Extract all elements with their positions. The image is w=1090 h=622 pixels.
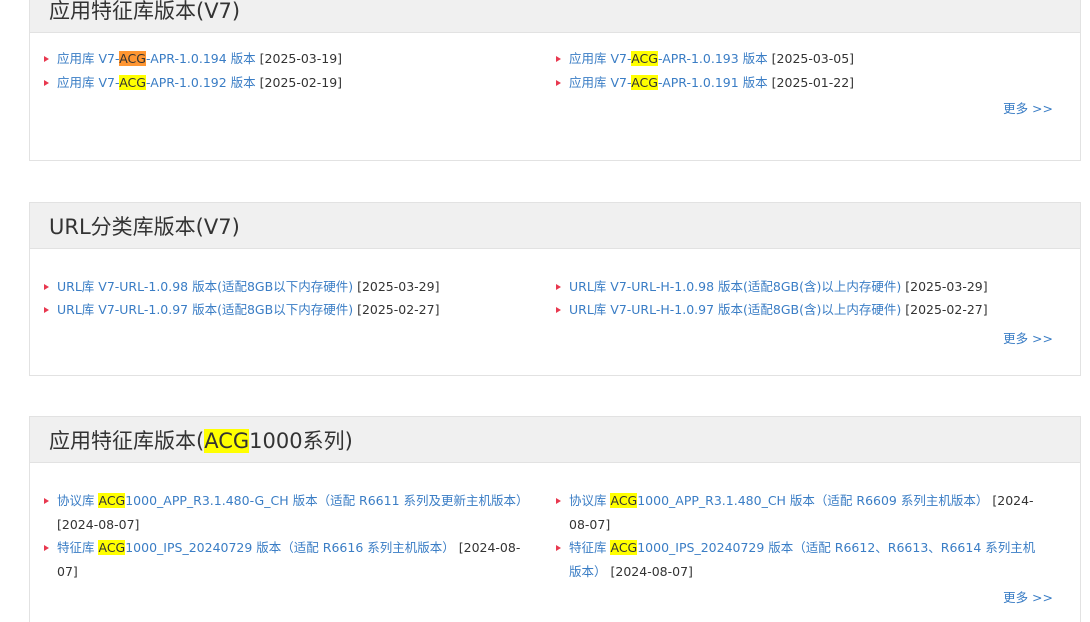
panel-title: 应用特征库版本(ACG1000系列) — [49, 428, 353, 453]
release-link[interactable]: URL库 V7-URL-1.0.98 版本(适配8GB以下内存硬件) — [57, 279, 353, 294]
list-item: 应用库 V7-ACG-APR-1.0.193 版本 [2025-03-05] — [556, 47, 1056, 71]
list-item: URL库 V7-URL-H-1.0.98 版本(适配8GB(含)以上内存硬件) … — [556, 275, 1066, 299]
bullet-arrow-icon — [556, 545, 561, 551]
release-date: [2025-03-19] — [259, 51, 343, 66]
release-link[interactable]: 特征库 ACG1000_IPS_20240729 版本（适配 R6616 系列主… — [57, 540, 455, 555]
list-item: 协议库 ACG1000_APP_R3.1.480-G_CH 版本（适配 R661… — [44, 489, 534, 536]
panel-title: 应用特征库版本(V7) — [49, 0, 241, 23]
more-link[interactable]: 更多 >> — [1003, 98, 1053, 117]
list-item: 应用库 V7-ACG-APR-1.0.192 版本 [2025-02-19] — [44, 71, 544, 95]
list-item: URL库 V7-URL-1.0.97 版本(适配8GB以下内存硬件) [2025… — [44, 298, 544, 322]
panel-header: URL分类库版本(V7) — [30, 203, 1080, 249]
release-link[interactable]: URL库 V7-URL-H-1.0.98 版本(适配8GB(含)以上内存硬件) — [569, 279, 901, 294]
bullet-arrow-icon — [44, 80, 49, 86]
release-link[interactable]: 应用库 V7-ACG-APR-1.0.191 版本 — [569, 75, 768, 90]
panel-acg1000-signature: 应用特征库版本(ACG1000系列) 协议库 ACG1000_APP_R3.1.… — [29, 416, 1081, 622]
page: 应用特征库版本(V7) 应用库 V7-ACG-APR-1.0.194 版本 [2… — [0, 0, 1090, 622]
release-link[interactable]: 协议库 ACG1000_APP_R3.1.480_CH 版本（适配 R6609 … — [569, 493, 988, 508]
bullet-arrow-icon — [44, 56, 49, 62]
panel-header: 应用特征库版本(ACG1000系列) — [30, 417, 1080, 463]
list-item: 应用库 V7-ACG-APR-1.0.194 版本 [2025-03-19] — [44, 47, 544, 71]
bullet-arrow-icon — [556, 56, 561, 62]
release-date: [2025-03-29] — [905, 279, 988, 294]
release-date: [2025-02-27] — [357, 302, 440, 317]
bullet-arrow-icon — [556, 80, 561, 86]
release-link[interactable]: 应用库 V7-ACG-APR-1.0.193 版本 — [569, 51, 768, 66]
list-item: 特征库 ACG1000_IPS_20240729 版本（适配 R6616 系列主… — [44, 536, 534, 583]
panel-app-signature-v7: 应用特征库版本(V7) 应用库 V7-ACG-APR-1.0.194 版本 [2… — [29, 0, 1081, 161]
release-date: [2025-02-27] — [905, 302, 988, 317]
list-item: URL库 V7-URL-1.0.98 版本(适配8GB以下内存硬件) [2025… — [44, 275, 544, 299]
bullet-arrow-icon — [44, 307, 49, 313]
bullet-arrow-icon — [44, 284, 49, 290]
bullet-arrow-icon — [556, 498, 561, 504]
release-date: [2025-03-05] — [771, 51, 855, 66]
more-link[interactable]: 更多 >> — [1003, 587, 1053, 606]
release-link[interactable]: URL库 V7-URL-1.0.97 版本(适配8GB以下内存硬件) — [57, 302, 353, 317]
release-link[interactable]: URL库 V7-URL-H-1.0.97 版本(适配8GB(含)以上内存硬件) — [569, 302, 901, 317]
release-date: [2025-01-22] — [771, 75, 855, 90]
release-date: [2024-08-07] — [57, 516, 140, 532]
list-item: 应用库 V7-ACG-APR-1.0.191 版本 [2025-01-22] — [556, 71, 1056, 95]
list-item: 协议库 ACG1000_APP_R3.1.480_CH 版本（适配 R6609 … — [556, 489, 1046, 536]
release-link[interactable]: 应用库 V7-ACG-APR-1.0.192 版本 — [57, 75, 256, 90]
more-link[interactable]: 更多 >> — [1003, 328, 1053, 347]
release-date: [2025-02-19] — [259, 75, 343, 90]
bullet-arrow-icon — [556, 284, 561, 290]
bullet-arrow-icon — [44, 498, 49, 504]
bullet-arrow-icon — [44, 545, 49, 551]
release-link[interactable]: 应用库 V7-ACG-APR-1.0.194 版本 — [57, 51, 256, 66]
release-date: [2024-08-07] — [610, 563, 693, 579]
bullet-arrow-icon — [556, 307, 561, 313]
release-date: [2025-03-29] — [357, 279, 440, 294]
panel-title: URL分类库版本(V7) — [49, 214, 240, 239]
panel-header: 应用特征库版本(V7) — [30, 0, 1080, 33]
title-highlight: ACG — [204, 428, 250, 453]
release-link[interactable]: 协议库 ACG1000_APP_R3.1.480-G_CH 版本（适配 R661… — [57, 493, 529, 508]
list-item: URL库 V7-URL-H-1.0.97 版本(适配8GB(含)以上内存硬件) … — [556, 298, 1066, 322]
panel-url-category-v7: URL分类库版本(V7) URL库 V7-URL-1.0.98 版本(适配8GB… — [29, 202, 1081, 376]
list-item: 特征库 ACG1000_IPS_20240729 版本（适配 R6612、R66… — [556, 536, 1046, 583]
